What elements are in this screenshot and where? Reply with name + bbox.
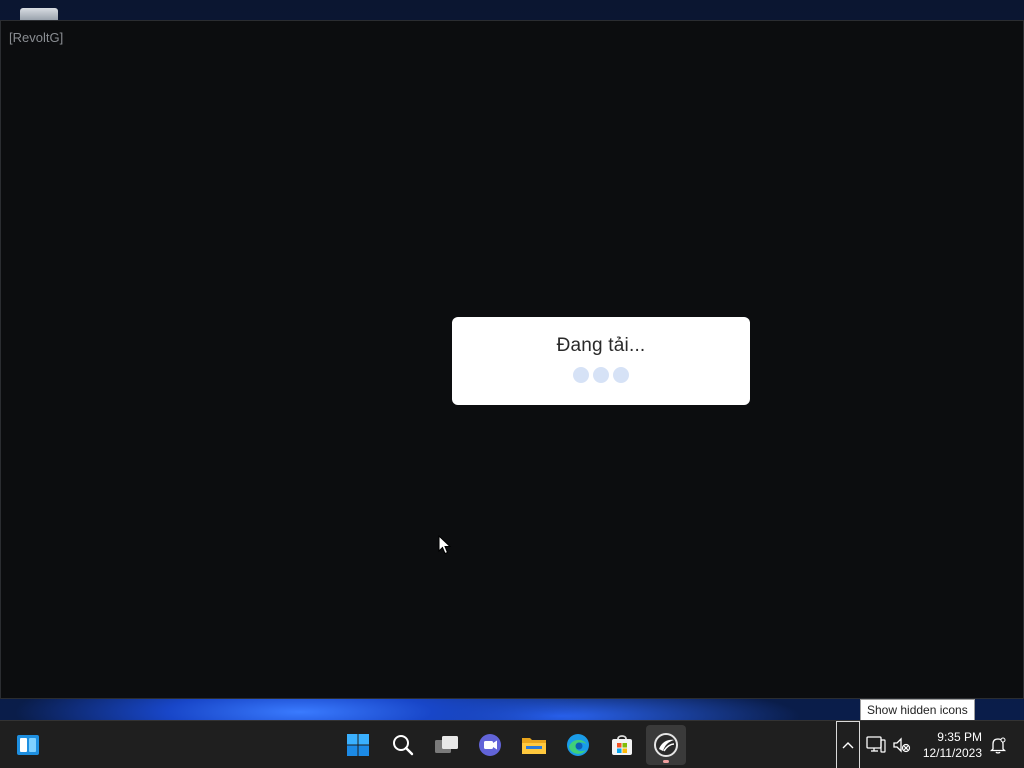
desktop-shortcut-icon[interactable] xyxy=(20,8,58,20)
folder-icon xyxy=(522,738,546,754)
active-app-indicator xyxy=(663,760,669,763)
loading-dot xyxy=(613,367,629,383)
task-view-button[interactable] xyxy=(427,725,467,765)
clock-time: 9:35 PM xyxy=(937,730,982,744)
loading-dialog: Đang tải... xyxy=(452,317,750,405)
taskbar: 9:35 PM 12/11/2023 xyxy=(0,720,1024,768)
store-button[interactable] xyxy=(602,725,642,765)
teams-chat-icon xyxy=(479,734,501,756)
widgets-button[interactable] xyxy=(8,725,48,765)
windows-logo-icon xyxy=(347,734,369,756)
file-explorer-button[interactable] xyxy=(514,725,554,765)
window-title: [RevoltG] xyxy=(9,30,64,45)
loading-dot xyxy=(573,367,589,383)
widgets-icon xyxy=(17,735,39,755)
mouse-cursor-icon xyxy=(438,535,452,555)
chat-button[interactable] xyxy=(470,725,510,765)
loading-text: Đang tải... xyxy=(556,335,646,356)
task-view-icon xyxy=(435,736,458,753)
notification-bell-icon xyxy=(989,737,1007,754)
volume-tray-button[interactable] xyxy=(890,733,914,757)
clock-date: 12/11/2023 xyxy=(922,746,982,760)
loading-dot xyxy=(593,367,609,383)
show-hidden-icons-button[interactable] xyxy=(836,721,860,768)
notifications-button[interactable] xyxy=(986,733,1010,757)
search-icon xyxy=(393,735,414,756)
store-icon xyxy=(612,735,632,755)
tooltip-show-hidden-icons: Show hidden icons xyxy=(860,699,975,721)
edge-icon xyxy=(567,734,589,756)
edge-button[interactable] xyxy=(558,725,598,765)
volume-muted-icon xyxy=(893,737,911,753)
network-tray-button[interactable] xyxy=(864,733,888,757)
search-button[interactable] xyxy=(383,725,423,765)
revoltg-taskbar-button[interactable] xyxy=(646,725,686,765)
system-clock[interactable]: 9:35 PM 12/11/2023 xyxy=(920,729,982,761)
start-button[interactable] xyxy=(338,725,378,765)
loading-spinner xyxy=(573,367,629,383)
network-icon xyxy=(866,736,886,753)
revoltg-app-icon xyxy=(654,733,678,757)
chevron-up-icon xyxy=(842,742,854,749)
app-window[interactable]: [RevoltG] Đang tải... xyxy=(0,20,1024,699)
